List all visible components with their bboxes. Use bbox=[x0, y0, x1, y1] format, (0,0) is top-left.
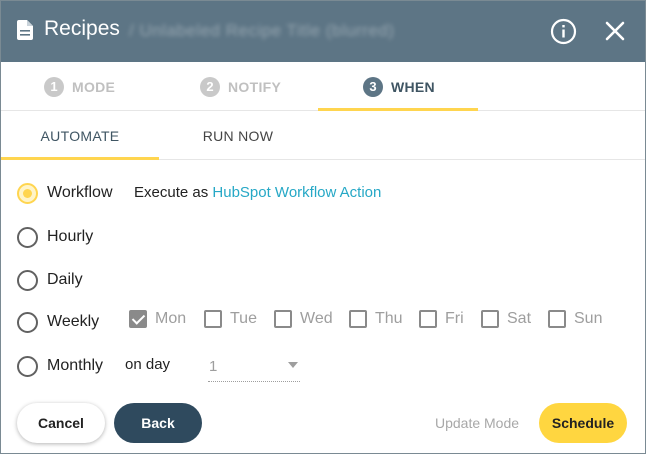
step-notify[interactable]: 2 NOTIFY bbox=[200, 62, 281, 111]
option-weekly[interactable]: Weekly bbox=[17, 309, 99, 335]
step-label: WHEN bbox=[391, 78, 435, 95]
execute-as-prefix: Execute as bbox=[134, 184, 209, 201]
tab-automate[interactable]: AUTOMATE bbox=[1, 111, 159, 160]
tab-run-now[interactable]: RUN NOW bbox=[159, 111, 317, 160]
workflow-radio[interactable] bbox=[17, 182, 38, 204]
step-label: MODE bbox=[72, 78, 116, 95]
month-day-value: 1 bbox=[209, 358, 218, 375]
on-day-label: on day bbox=[125, 356, 171, 373]
day-label: Mon bbox=[155, 310, 187, 327]
cancel-button[interactable]: Cancel bbox=[17, 403, 105, 443]
daily-label[interactable]: Daily bbox=[47, 271, 83, 289]
day-checkbox-tue[interactable]: Tue bbox=[204, 310, 257, 328]
dialog-header: Recipes / Unlabeled Recipe Title (blurre… bbox=[1, 1, 645, 62]
step-mode[interactable]: 1 MODE bbox=[44, 62, 115, 111]
day-label: Sat bbox=[507, 310, 532, 327]
workflow-label[interactable]: Workflow bbox=[47, 184, 113, 202]
step-number: 1 bbox=[44, 76, 64, 97]
recipes-dialog: Recipes / Unlabeled Recipe Title (blurre… bbox=[0, 0, 646, 454]
monthly-radio[interactable] bbox=[17, 355, 38, 377]
step-number: 3 bbox=[363, 76, 383, 97]
step-number: 2 bbox=[200, 76, 220, 97]
day-label: Wed bbox=[300, 310, 333, 327]
checkbox[interactable] bbox=[129, 310, 147, 328]
dialog-title: Recipes bbox=[44, 17, 120, 40]
step-label: NOTIFY bbox=[228, 78, 282, 95]
day-checkbox-fri[interactable]: Fri bbox=[419, 310, 464, 328]
update-mode-button[interactable]: Update Mode bbox=[429, 403, 525, 443]
day-checkbox-sat[interactable]: Sat bbox=[481, 310, 531, 328]
checkbox[interactable] bbox=[204, 310, 222, 328]
active-tab-indicator bbox=[1, 157, 159, 160]
back-button[interactable]: Back bbox=[114, 403, 202, 443]
weekly-label[interactable]: Weekly bbox=[47, 313, 99, 331]
checkbox[interactable] bbox=[349, 310, 367, 328]
day-checkbox-sun[interactable]: Sun bbox=[548, 310, 602, 328]
option-workflow[interactable]: Workflow bbox=[17, 180, 113, 206]
daily-radio[interactable] bbox=[17, 269, 38, 291]
execute-as-text: Execute as HubSpot Workflow Action bbox=[134, 184, 381, 201]
schedule-button[interactable]: Schedule bbox=[539, 403, 627, 443]
day-label: Tue bbox=[230, 310, 257, 327]
hourly-label[interactable]: Hourly bbox=[47, 228, 93, 246]
checkbox[interactable] bbox=[481, 310, 499, 328]
option-hourly[interactable]: Hourly bbox=[17, 224, 93, 250]
recipe-name-blurred: / Unlabeled Recipe Title (blurred) bbox=[129, 21, 395, 40]
monthly-label[interactable]: Monthly bbox=[47, 357, 103, 375]
hourly-radio[interactable] bbox=[17, 226, 38, 248]
day-label: Fri bbox=[445, 310, 464, 327]
checkbox[interactable] bbox=[548, 310, 566, 328]
day-label: Thu bbox=[375, 310, 403, 327]
wizard-stepper: 1 MODE 2 NOTIFY 3 WHEN bbox=[1, 62, 645, 111]
schedule-tabs: AUTOMATE RUN NOW bbox=[1, 111, 645, 160]
step-when[interactable]: 3 WHEN bbox=[363, 62, 435, 111]
checkbox[interactable] bbox=[274, 310, 292, 328]
option-daily[interactable]: Daily bbox=[17, 267, 83, 293]
option-monthly[interactable]: Monthly bbox=[17, 353, 103, 379]
day-checkbox-mon[interactable]: Mon bbox=[129, 310, 186, 328]
month-day-select[interactable]: 1 bbox=[208, 354, 300, 382]
chevron-down-icon bbox=[288, 362, 298, 368]
day-label: Sun bbox=[574, 310, 603, 327]
hubspot-workflow-link[interactable]: HubSpot Workflow Action bbox=[212, 184, 381, 201]
checkbox[interactable] bbox=[419, 310, 437, 328]
weekly-radio[interactable] bbox=[17, 311, 38, 333]
day-checkbox-thu[interactable]: Thu bbox=[349, 310, 403, 328]
document-icon bbox=[17, 20, 33, 40]
day-checkbox-wed[interactable]: Wed bbox=[274, 310, 333, 328]
info-icon[interactable] bbox=[550, 18, 577, 45]
close-icon[interactable] bbox=[604, 20, 626, 42]
